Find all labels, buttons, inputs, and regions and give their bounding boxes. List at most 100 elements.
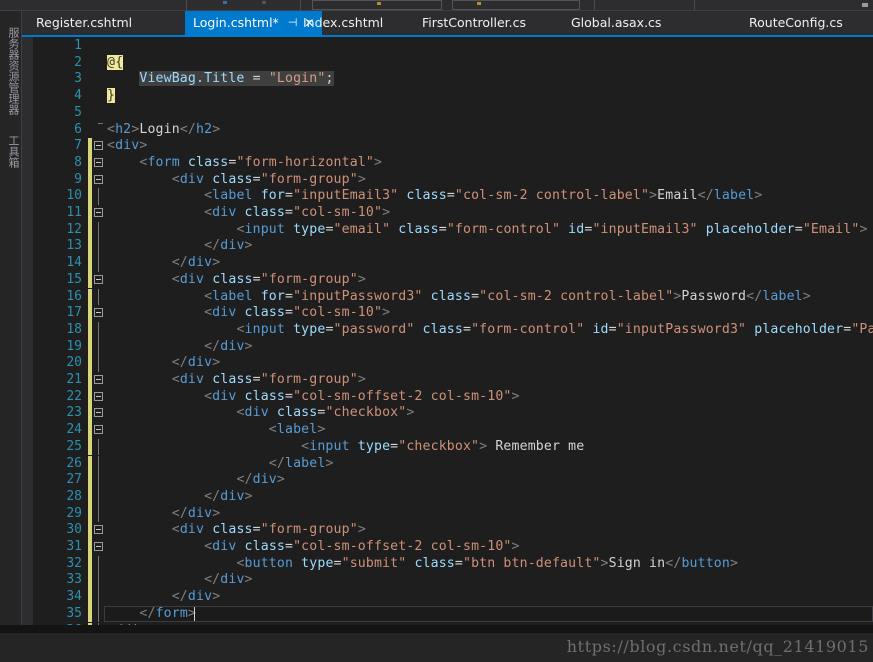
fold-collapse-icon[interactable] [94, 375, 103, 384]
fold-margin[interactable] [93, 188, 104, 205]
fold-collapse-icon[interactable] [94, 308, 103, 318]
tab-index-cshtml[interactable]: Index.cshtml [295, 11, 391, 35]
fold-margin[interactable] [93, 589, 104, 606]
code-line[interactable]: 32 <button type="submit" class="btn btn-… [22, 555, 873, 573]
fold-margin[interactable] [93, 505, 104, 523]
fold-margin[interactable] [93, 372, 104, 389]
code-line[interactable]: 24 <label> [22, 422, 873, 439]
sidebar-item-toolbox[interactable]: 工具箱 [2, 135, 20, 168]
fold-margin[interactable] [93, 422, 104, 439]
code-line[interactable]: 9 <div class="form-group"> [22, 171, 873, 189]
code-text: </div> [171, 255, 221, 271]
fold-margin[interactable] [93, 555, 104, 573]
code-text: ViewBag.Title = "Login"; [139, 71, 334, 87]
fold-collapse-icon[interactable] [94, 425, 103, 435]
fold-collapse-icon[interactable] [94, 208, 103, 217]
tab-firstcontroller-cs[interactable]: FirstController.cs [414, 11, 534, 35]
fold-margin[interactable] [93, 122, 104, 139]
code-line[interactable]: 30 <div class="form-group"> [22, 522, 873, 539]
fold-margin[interactable] [93, 605, 104, 623]
code-line[interactable]: 1 [22, 38, 873, 55]
code-line[interactable]: 29 </div> [22, 505, 873, 523]
fold-collapse-icon[interactable] [94, 174, 103, 184]
tab-global-asax-cs[interactable]: Global.asax.cs [563, 11, 669, 35]
fold-margin[interactable] [93, 272, 104, 289]
line-number: 16 [66, 288, 82, 304]
toolbar-combo[interactable] [452, 0, 580, 10]
code-line[interactable]: 20 </div> [22, 355, 873, 372]
fold-margin[interactable] [93, 138, 104, 155]
tab-register-cshtml[interactable]: Register.cshtml [28, 11, 140, 35]
code-line[interactable]: 12 <input type="email" class="form-contr… [22, 221, 873, 239]
fold-margin[interactable] [93, 205, 104, 222]
fold-collapse-icon[interactable] [94, 274, 103, 284]
toolbar-combo[interactable] [312, 0, 442, 10]
code-line[interactable]: 7 <div> [22, 138, 873, 155]
code-line[interactable]: 13 </div> [22, 238, 873, 256]
line-number: 4 [74, 88, 82, 104]
code-line[interactable]: 2 @{ [22, 54, 873, 72]
fold-margin[interactable] [93, 321, 104, 339]
code-editor[interactable]: 1 2 @{3 ViewBag.Title = "Login"; 4} 5 6 <h2>Lo… [22, 37, 873, 625]
fold-collapse-icon[interactable] [94, 542, 103, 551]
fold-margin[interactable] [93, 221, 104, 239]
chevron-down-icon[interactable] [862, 3, 868, 7]
code-line[interactable]: 6 <h2>Login</h2> [22, 122, 873, 139]
code-line[interactable]: 15 <div class="form-group"> [22, 271, 873, 289]
code-line[interactable]: 33 </div> [22, 572, 873, 590]
fold-margin[interactable] [93, 172, 104, 189]
code-line[interactable]: 11 <div class="col-sm-10"> [22, 205, 873, 222]
fold-margin[interactable] [93, 255, 104, 272]
fold-collapse-icon[interactable] [94, 391, 103, 401]
fold-margin[interactable] [93, 305, 104, 322]
code-text: <input type="password" class="form-contr… [236, 321, 873, 337]
sidebar-item-server-explorer[interactable]: 服务器资源管理器 [2, 27, 20, 115]
fold-collapse-icon[interactable] [94, 525, 103, 535]
code-line[interactable]: 25 <input type="checkbox"> Remember me [22, 438, 873, 456]
fold-margin[interactable] [93, 238, 104, 256]
fold-margin[interactable] [93, 488, 104, 506]
toolbar-icon[interactable] [223, 1, 227, 4]
code-line[interactable]: 19 </div> [22, 338, 873, 356]
tab-routeconfig-cs[interactable]: RouteConfig.cs [741, 11, 851, 35]
fold-margin[interactable] [93, 522, 104, 539]
code-line[interactable]: 35 </form> [22, 605, 873, 623]
fold-margin[interactable] [93, 472, 104, 489]
code-line[interactable]: 8 <form class="form-horizontal"> [22, 154, 873, 172]
toolbar-icon[interactable] [262, 1, 266, 4]
code-line[interactable]: 10 <label for="inputEmail3" class="col-s… [22, 188, 873, 205]
fold-margin[interactable] [93, 572, 104, 590]
fold-margin[interactable] [93, 338, 104, 356]
code-line[interactable]: 22 <div class="col-sm-offset-2 col-sm-10… [22, 388, 873, 406]
fold-collapse-icon[interactable] [94, 141, 103, 151]
fold-margin[interactable] [93, 355, 104, 372]
code-line[interactable]: 34 </div> [22, 589, 873, 606]
fold-margin[interactable] [93, 288, 104, 306]
code-line[interactable]: 26 </label> [22, 455, 873, 473]
code-text: </div> [204, 238, 253, 254]
code-line[interactable]: 17 <div class="col-sm-10"> [22, 305, 873, 322]
fold-margin[interactable] [93, 539, 104, 556]
line-number: 27 [66, 472, 82, 488]
code-line[interactable]: 21 <div class="form-group"> [22, 372, 873, 389]
code-line[interactable]: 27 </div> [22, 472, 873, 489]
code-text: <div class="form-group"> [171, 271, 366, 287]
code-line[interactable]: 14 </div> [22, 255, 873, 272]
fold-margin[interactable] [93, 438, 104, 456]
change-indicator-bar [88, 572, 92, 590]
fold-margin[interactable] [93, 455, 104, 473]
code-line[interactable]: 18 <input type="password" class="form-co… [22, 321, 873, 339]
fold-margin[interactable] [93, 405, 104, 422]
fold-collapse-icon[interactable] [94, 157, 103, 167]
fold-margin[interactable] [93, 389, 104, 406]
fold-collapse-icon[interactable] [94, 408, 103, 418]
code-line[interactable]: 5 [22, 105, 873, 122]
code-line[interactable]: 16 <label for="inputPassword3" class="co… [22, 288, 873, 306]
code-line[interactable]: 28 </div> [22, 488, 873, 506]
code-line[interactable]: 3 ViewBag.Title = "Login"; [22, 71, 873, 88]
code-line[interactable]: 31 <div class="col-sm-offset-2 col-sm-10… [22, 539, 873, 556]
code-line[interactable]: 4} [22, 88, 873, 105]
line-number: 18 [66, 321, 82, 337]
code-line[interactable]: 23 <div class="checkbox"> [22, 405, 873, 423]
fold-margin[interactable] [93, 155, 104, 172]
